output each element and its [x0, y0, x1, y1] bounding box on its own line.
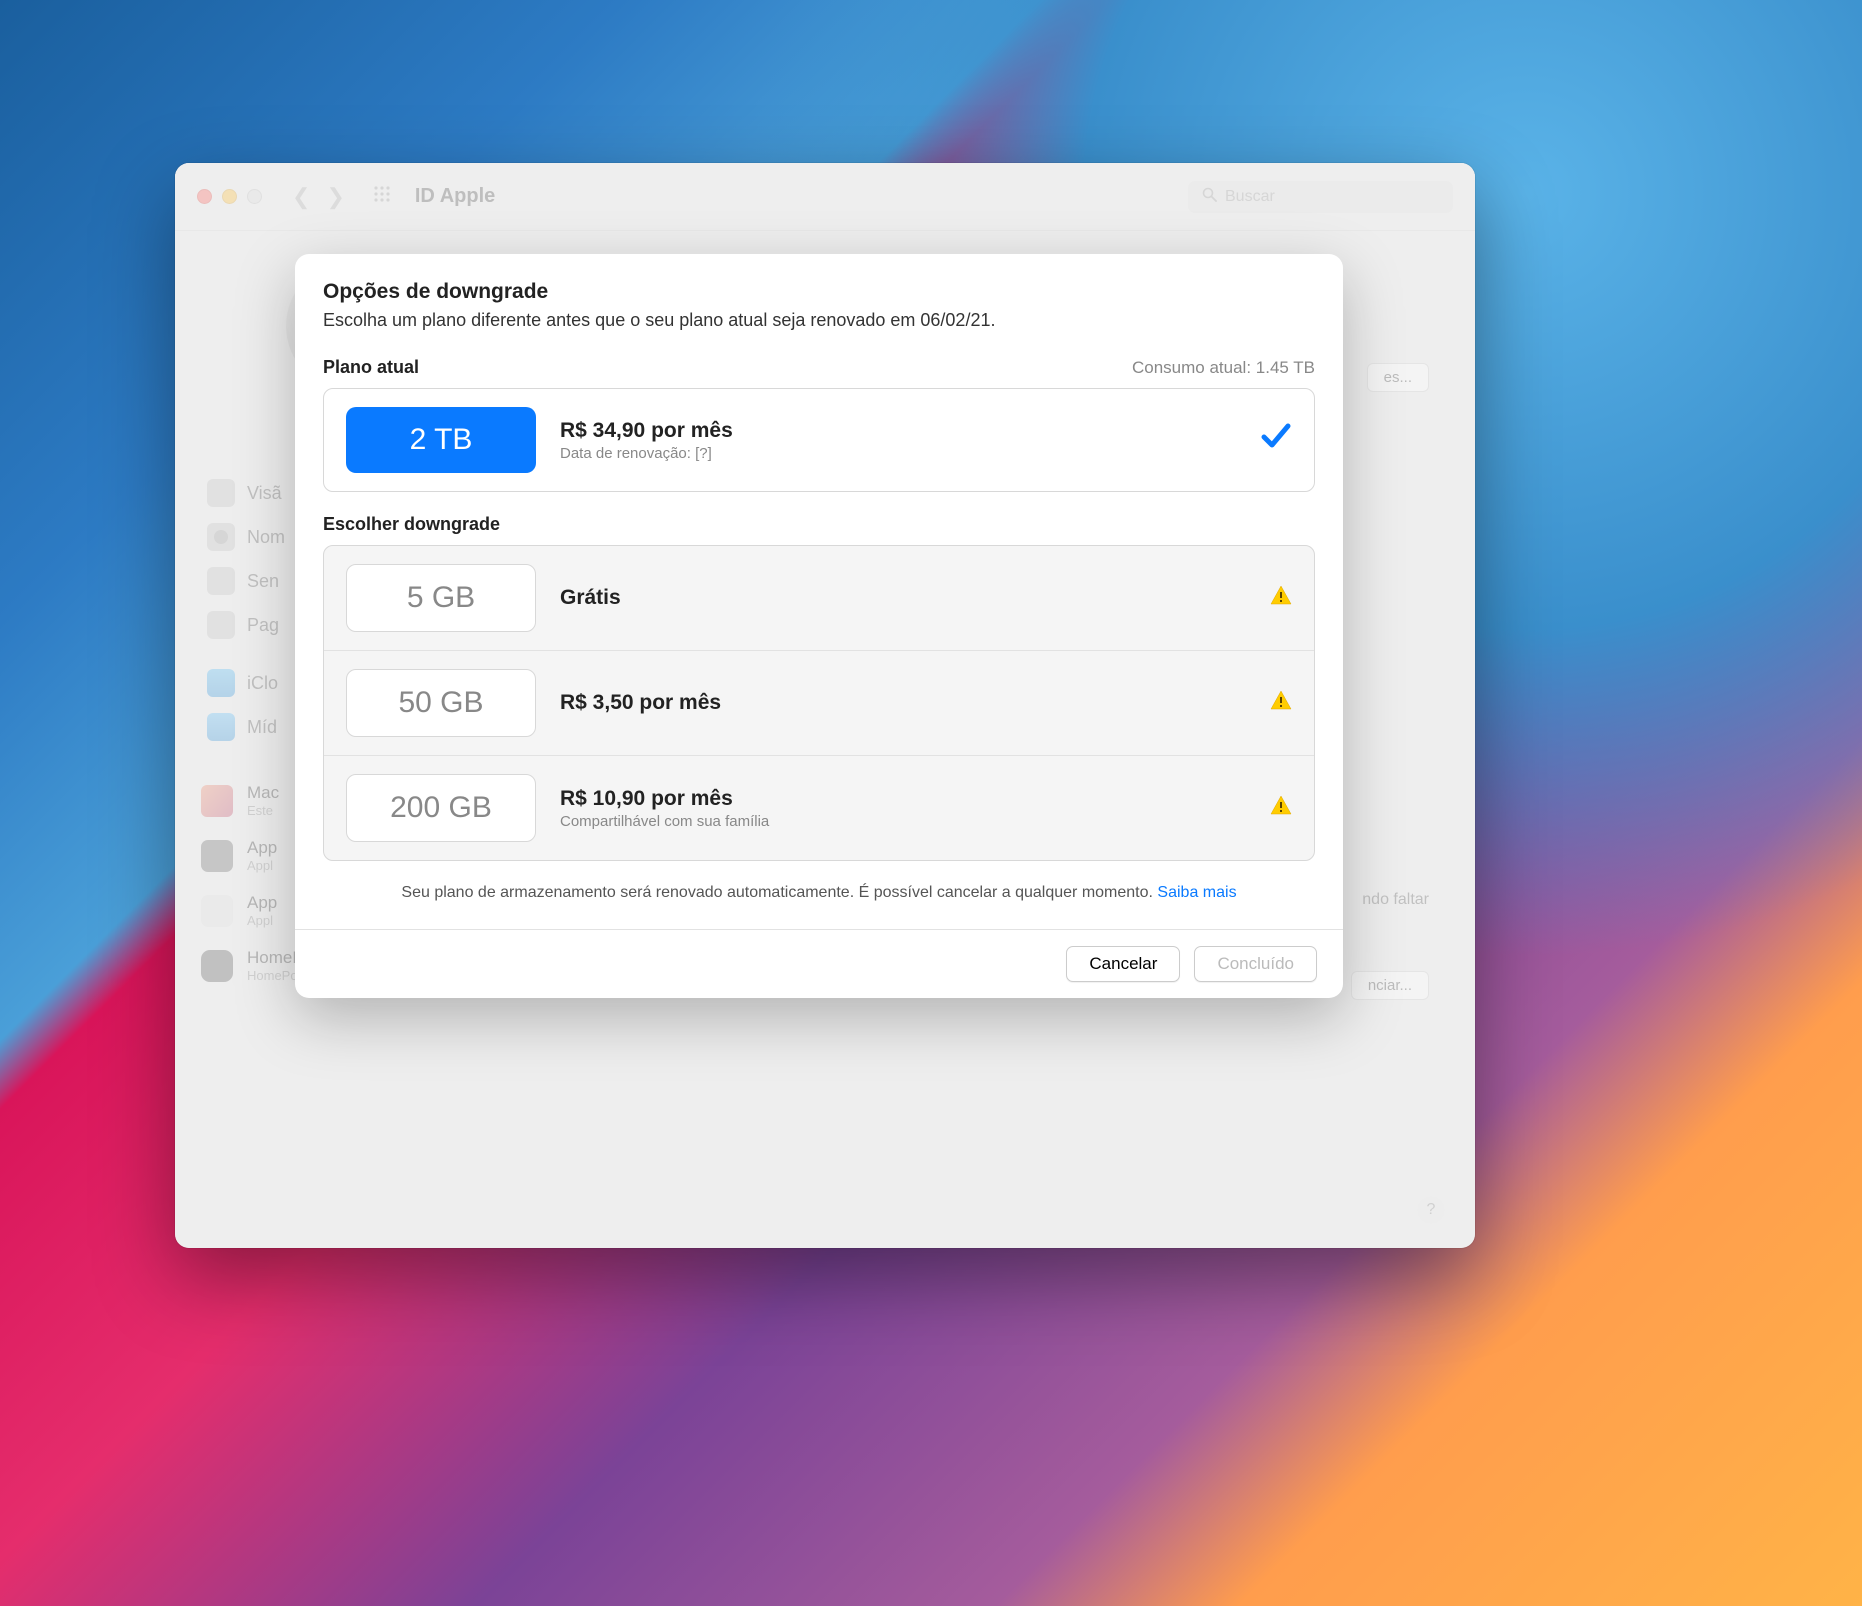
plan-renewal-note: Data de renovação: [?] [560, 445, 1236, 462]
usage-label: Consumo atual: 1.45 TB [1132, 358, 1315, 378]
downgrade-modal: Opções de downgrade Escolha um plano dif… [295, 254, 1343, 998]
modal-footer: Cancelar Concluído [295, 929, 1343, 998]
cancel-button[interactable]: Cancelar [1066, 946, 1180, 982]
renewal-disclaimer: Seu plano de armazenamento será renovado… [383, 881, 1255, 905]
plan-size-5gb: 5 GB [346, 564, 536, 632]
choose-downgrade-label: Escolher downgrade [323, 514, 1315, 535]
plan-size-2tb: 2 TB [346, 407, 536, 473]
plan-option-50gb[interactable]: 50 GB R$ 3,50 por mês [324, 651, 1314, 756]
plan-size-50gb: 50 GB [346, 669, 536, 737]
modal-title: Opções de downgrade [323, 280, 1315, 304]
plan-price: R$ 34,90 por mês [560, 419, 1236, 443]
learn-more-link[interactable]: Saiba mais [1157, 884, 1236, 901]
done-button: Concluído [1194, 946, 1317, 982]
checkmark-icon [1260, 420, 1292, 461]
current-plan-label: Plano atual [323, 357, 419, 378]
warning-icon [1270, 584, 1292, 612]
downgrade-list: 5 GB Grátis 50 GB R$ 3,50 por mês 200 GB… [323, 545, 1315, 861]
plan-option-200gb[interactable]: 200 GB R$ 10,90 por mês Compartilhável c… [324, 756, 1314, 860]
plan-option-5gb[interactable]: 5 GB Grátis [324, 546, 1314, 651]
current-plan-card[interactable]: 2 TB R$ 34,90 por mês Data de renovação:… [323, 388, 1315, 492]
warning-icon [1270, 794, 1292, 822]
modal-subtitle: Escolha um plano diferente antes que o s… [323, 310, 1315, 331]
warning-icon [1270, 689, 1292, 717]
plan-size-200gb: 200 GB [346, 774, 536, 842]
